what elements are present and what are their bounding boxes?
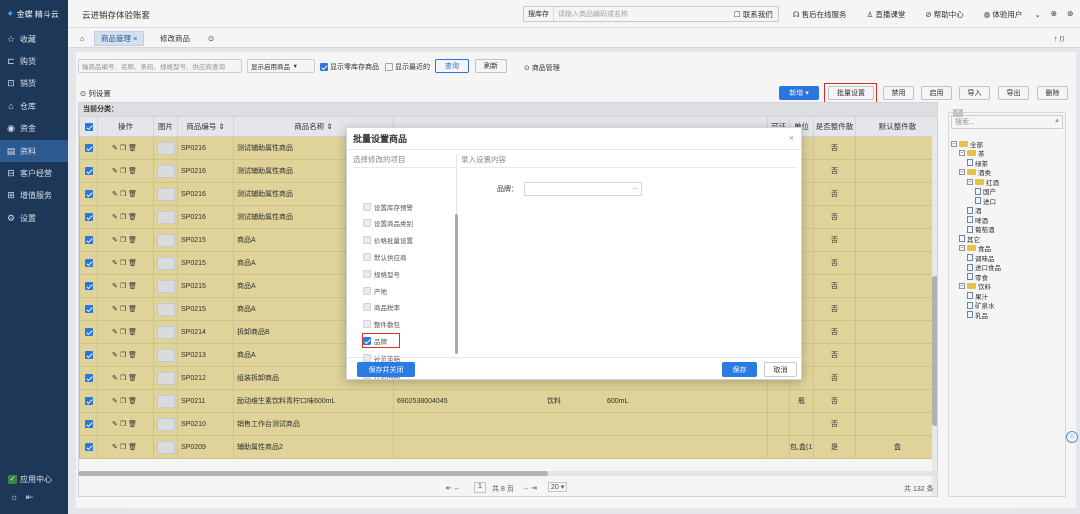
input-settings-panel: 录入设置内容 品牌： ... <box>461 154 797 354</box>
brand-label: 品牌： <box>497 186 518 193</box>
annotation-highlight <box>362 333 400 349</box>
item-checkbox[interactable] <box>363 320 371 329</box>
item-label: 默认供应商 <box>374 254 407 262</box>
setting-item[interactable]: 价格批量设置 <box>363 234 413 247</box>
item-label: 设置库存预警 <box>374 204 413 212</box>
list-scrollbar[interactable] <box>455 214 458 354</box>
item-label: 产地 <box>374 288 387 296</box>
item-checkbox[interactable] <box>363 219 371 228</box>
cancel-button[interactable]: 取消 <box>764 362 797 377</box>
item-checkbox[interactable] <box>363 236 371 245</box>
item-label: 价格批量设置 <box>374 238 413 246</box>
item-checkbox[interactable] <box>363 303 371 312</box>
setting-item[interactable]: 规格型号 <box>363 267 400 280</box>
dialog-footer: 保存并关闭 保存 取消 <box>347 357 803 381</box>
setting-item[interactable]: 默认供应商 <box>363 250 407 263</box>
brand-field: 品牌： ... <box>497 182 642 196</box>
close-icon[interactable]: × <box>789 133 794 143</box>
item-label: 整件散包 <box>374 322 400 330</box>
setting-item[interactable]: 整件散包 <box>363 318 400 331</box>
brand-picker-button[interactable]: ... <box>632 184 638 191</box>
item-checkbox[interactable] <box>363 286 371 295</box>
item-selection-panel: 选择修改的项目 设置库存预警 设置商品类别 价格批量设置 默认供应商规格型号产地商品税… <box>353 154 458 380</box>
setting-item[interactable]: 设置商品类别 <box>363 217 413 230</box>
dialog-title: 批量设置商品 <box>347 128 803 150</box>
setting-item[interactable]: 设置库存预警 <box>363 200 413 213</box>
item-checkbox[interactable] <box>363 202 371 211</box>
setting-item[interactable]: 商品税率 <box>363 301 400 314</box>
setting-item[interactable]: 产地 <box>363 284 387 297</box>
item-checkbox[interactable] <box>363 269 371 278</box>
brand-input[interactable]: ... <box>524 182 642 196</box>
item-label: 设置商品类别 <box>374 221 413 229</box>
save-button[interactable]: 保存 <box>722 362 757 377</box>
save-close-button[interactable]: 保存并关闭 <box>357 362 415 377</box>
item-checkbox[interactable] <box>363 252 371 261</box>
left-panel-header: 选择修改的项目 <box>353 154 456 168</box>
right-panel-header: 录入设置内容 <box>461 154 797 168</box>
item-label: 商品税率 <box>374 305 400 313</box>
item-label: 规格型号 <box>374 271 400 279</box>
batch-settings-dialog: 批量设置商品 × 选择修改的项目 设置库存预警 设置商品类别 价格批量设置 默认供应商… <box>346 127 803 381</box>
